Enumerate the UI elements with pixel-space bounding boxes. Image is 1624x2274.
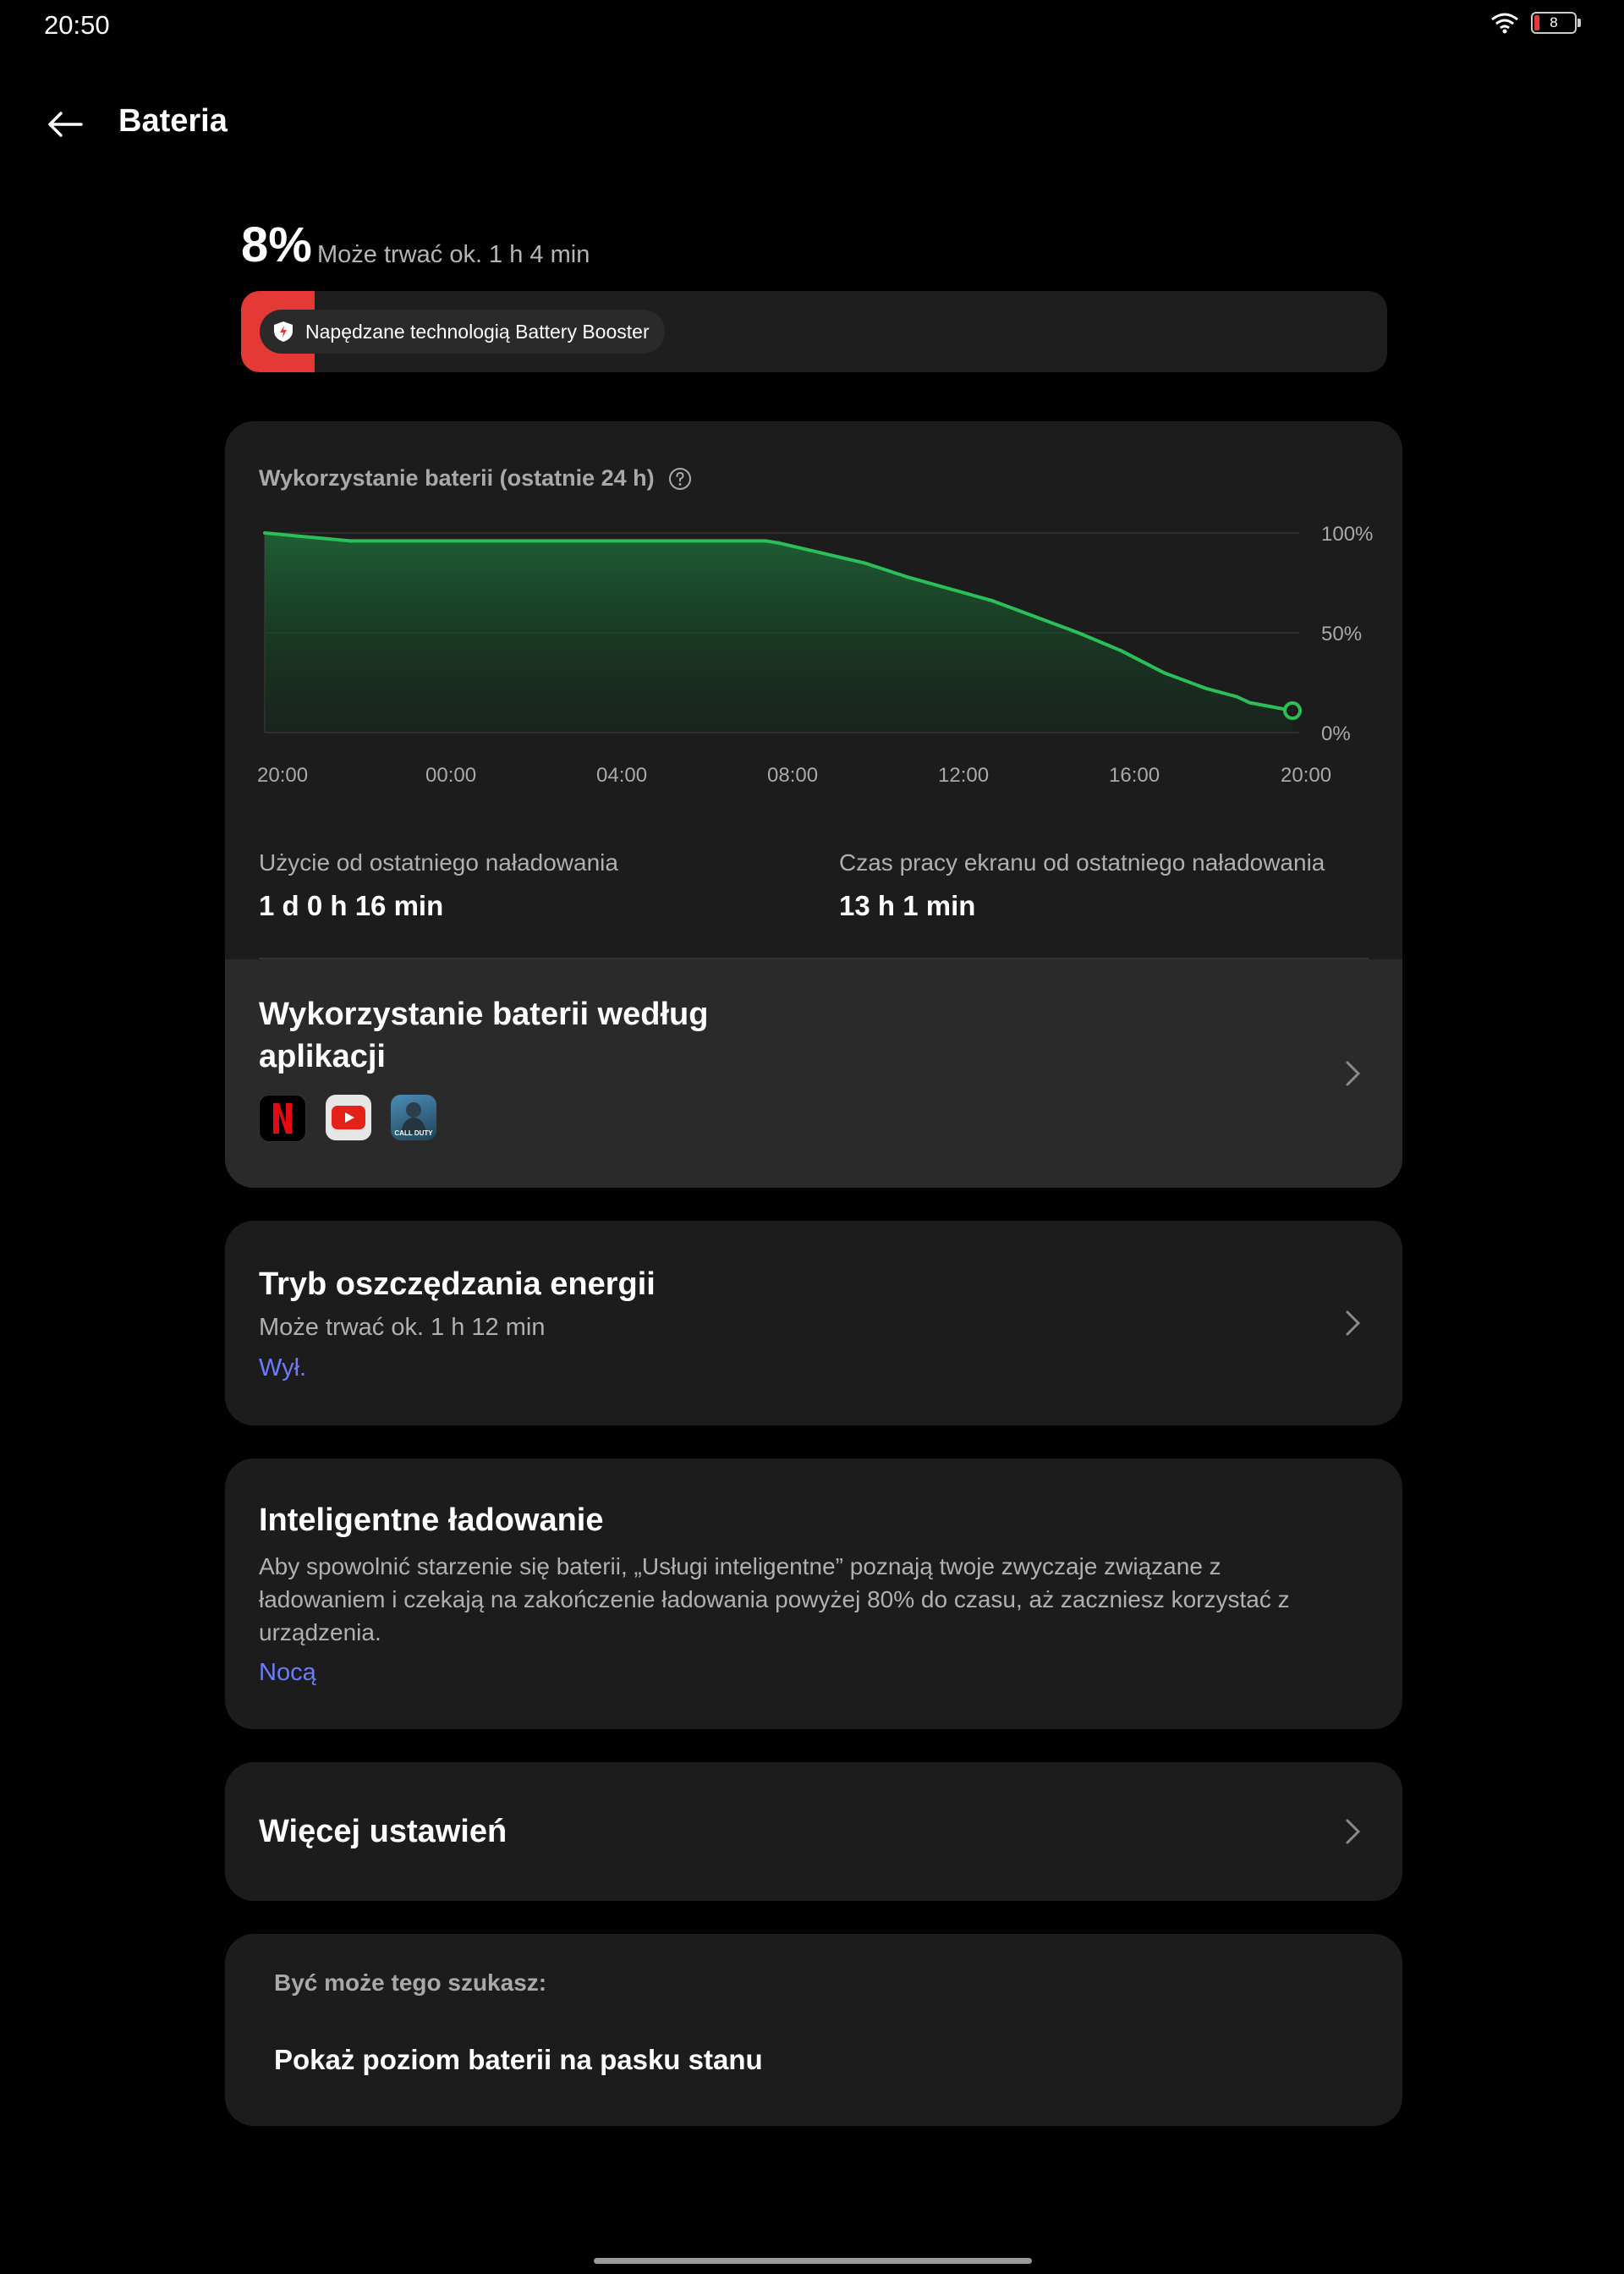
x-tick-label: 04:00 (596, 764, 647, 787)
chart-data-point (764, 539, 768, 543)
usage-card-title: Wykorzystanie baterii (ostatnie 24 h) (259, 465, 655, 491)
x-tick-label: 20:00 (1281, 764, 1331, 787)
chart-data-point (1204, 687, 1209, 691)
chart-data-point (948, 587, 952, 591)
x-tick-label: 16:00 (1109, 764, 1160, 787)
y-tick-label: 50% (1321, 623, 1362, 645)
power-saving-estimate: Może trwać ok. 1 h 12 min (259, 1314, 546, 1341)
chart-data-point (1248, 700, 1252, 705)
power-saving-state: Wył. (259, 1354, 307, 1381)
usage-card-header: Wykorzystanie baterii (ostatnie 24 h) (259, 465, 692, 492)
battery-usage-chart: 100% 50% 0% 20:00 00:00 04:00 08:00 12:00 16:00 2… (257, 523, 1373, 787)
since-charge-label: Użycie od ostatniego naładowania (259, 849, 618, 876)
chevron-right-icon (1346, 1061, 1361, 1086)
suggestions-card: Być może tego szukasz: Pokaż poziom bate… (225, 1934, 1402, 2126)
chart-data-point (1076, 631, 1080, 634)
more-settings-row[interactable]: Więcej ustawień (225, 1762, 1402, 1901)
chart-data-point (990, 599, 995, 603)
chart-current-point (1283, 701, 1302, 721)
back-arrow-icon[interactable] (44, 103, 86, 146)
chart-data-point (905, 574, 909, 579)
screen-time-value: 13 h 1 min (839, 890, 976, 921)
wifi-icon (1491, 13, 1518, 34)
chevron-right-icon (1346, 1819, 1361, 1844)
y-tick-label: 0% (1321, 722, 1351, 745)
help-icon[interactable] (668, 467, 692, 491)
battery-status-icon: 8 (1531, 12, 1581, 34)
chart-data-point (862, 561, 866, 565)
chart-data-point (305, 535, 310, 539)
x-tick-label: 00:00 (425, 764, 476, 787)
battery-usage-card: Wykorzystanie baterii (ostatnie 24 h) 10… (225, 421, 1402, 1188)
booster-label: Napędzane technologią Battery Booster (305, 320, 650, 343)
chart-data-point (1034, 615, 1038, 619)
netflix-icon (259, 1095, 306, 1142)
screen-time-stat: Czas pracy ekranu od ostatniego naładowa… (839, 849, 1325, 922)
battery-level-bar: Napędzane technologią Battery Booster (241, 291, 1387, 372)
smart-charging-mode: Nocą (259, 1659, 316, 1686)
cod-logo-text: CALL DUTY (394, 1129, 433, 1137)
status-icons: 8 (1490, 12, 1581, 34)
x-tick-label: 12:00 (938, 764, 989, 787)
chart-data-point (1162, 671, 1166, 675)
chart-data-point (434, 539, 438, 543)
call-of-duty-icon: CALL DUTY (391, 1095, 436, 1140)
chevron-right-icon (1346, 1310, 1361, 1336)
suggestions-heading: Być może tego szukasz: (274, 1969, 547, 1996)
x-tick-label: 08:00 (767, 764, 818, 787)
battery-booster-badge: Napędzane technologią Battery Booster (260, 310, 665, 354)
chart-data-point (348, 539, 353, 543)
chart-data-point (263, 531, 266, 535)
chart-data-point (820, 551, 824, 555)
smart-charging-card[interactable]: Inteligentne ładowanie Aby spowolnić sta… (225, 1458, 1402, 1729)
screen-time-label: Czas pracy ekranu od ostatniego naładowa… (839, 849, 1325, 876)
battery-estimate: Może trwać ok. 1 h 4 min (317, 241, 590, 268)
battery-percent: 8% (241, 217, 312, 272)
home-indicator[interactable] (594, 2258, 1032, 2264)
chart-data-point (776, 541, 781, 545)
page-title: Bateria (118, 103, 228, 139)
power-saving-title: Tryb oszczędzania energii (259, 1266, 656, 1302)
app-icons: CALL DUTY (259, 1095, 436, 1142)
chart-data-point (606, 539, 609, 543)
x-tick-label: 20:00 (257, 764, 308, 787)
smart-charging-description: Aby spowolnić starzenie się baterii, „Us… (259, 1553, 1290, 1645)
youtube-icon (326, 1095, 371, 1140)
since-charge-value: 1 d 0 h 16 min (259, 890, 444, 921)
more-settings-title: Więcej ustawień (259, 1814, 508, 1849)
power-saving-card[interactable]: Tryb oszczędzania energii Może trwać ok.… (225, 1221, 1402, 1425)
smart-charging-title: Inteligentne ładowanie (259, 1502, 604, 1538)
usage-by-app-row[interactable]: Wykorzystanie baterii według aplikacji C… (225, 959, 1402, 1188)
y-tick-label: 100% (1321, 523, 1373, 546)
shield-icon (274, 321, 293, 342)
since-charge-stat: Użycie od ostatniego naładowania 1 d 0 h… (259, 849, 618, 922)
status-time: 20:50 (44, 10, 110, 40)
suggestion-show-battery-level[interactable]: Pokaż poziom baterii na pasku stanu (274, 2044, 763, 2076)
usage-by-app-title: Wykorzystanie baterii według aplikacji (259, 997, 709, 1074)
battery-status-value: 8 (1550, 14, 1558, 30)
chart-data-point (1235, 695, 1239, 699)
chart-data-point (1119, 649, 1123, 653)
